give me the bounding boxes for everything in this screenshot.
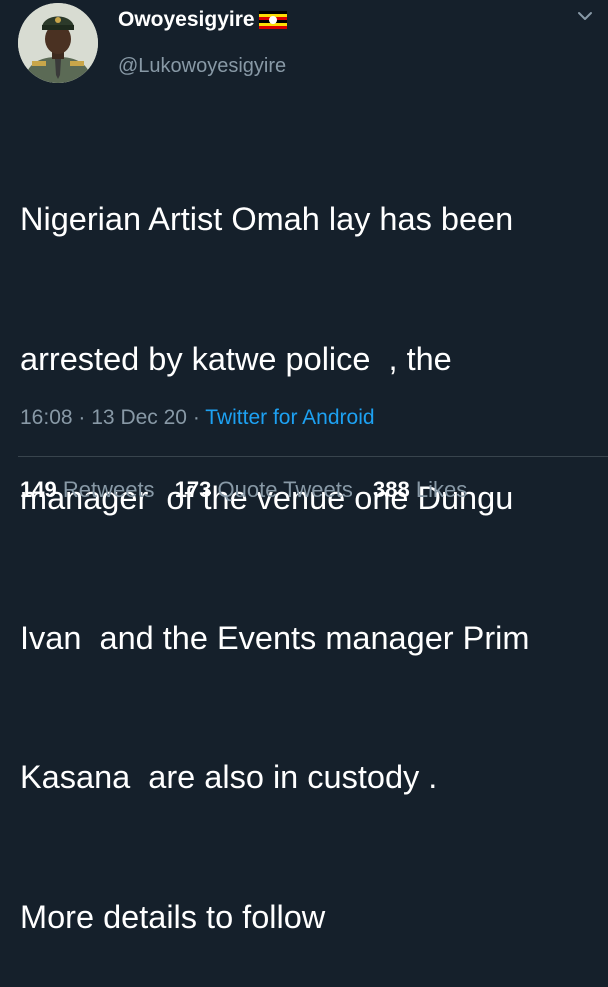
tweet-date[interactable]: 13 Dec 20 xyxy=(91,406,187,429)
uganda-flag-icon xyxy=(258,11,287,29)
tweet-text-line: More details to follow xyxy=(20,898,326,935)
meta-separator: · xyxy=(78,406,86,429)
author-display-name[interactable]: Owoyesigyire xyxy=(118,8,255,32)
divider xyxy=(18,456,608,457)
quote-tweets-count: 173 xyxy=(174,477,212,502)
retweets-stat[interactable]: 149 Retweets xyxy=(20,477,155,502)
likes-stat[interactable]: 388 Likes xyxy=(373,477,467,502)
author-handle[interactable]: @Lukowoyesigyire xyxy=(118,54,286,78)
author-name-row[interactable]: Owoyesigyire xyxy=(118,8,287,32)
retweets-count: 149 xyxy=(20,477,57,502)
chevron-down-icon[interactable] xyxy=(573,6,597,26)
tweet-text-line: Ivan and the Events manager Prim xyxy=(20,619,530,656)
tweet-stats: 149 Retweets 173 Quote Tweets 388 Likes xyxy=(20,476,481,504)
tweet-time[interactable]: 16:08 xyxy=(20,406,73,429)
likes-count: 388 xyxy=(373,477,410,502)
likes-label: Likes xyxy=(415,477,468,502)
profile-photo-icon xyxy=(18,3,98,83)
meta-separator: · xyxy=(192,406,200,429)
quote-tweets-stat[interactable]: 173 Quote Tweets xyxy=(175,477,353,502)
tweet-text-line: Nigerian Artist Omah lay has been xyxy=(20,201,514,237)
tweet-meta: 16:08 · 13 Dec 20 · Twitter for Android xyxy=(20,404,375,432)
tweet-text-line: Kasana are also in custody . xyxy=(20,759,438,795)
tweet-source-link[interactable]: Twitter for Android xyxy=(205,406,374,429)
tweet-text: Nigerian Artist Omah lay has been arrest… xyxy=(20,103,600,987)
quote-tweets-label: Quote Tweets xyxy=(217,477,353,502)
retweets-label: Retweets xyxy=(62,477,155,502)
tweet-text-line: arrested by katwe police , the xyxy=(20,340,452,377)
avatar[interactable] xyxy=(18,3,98,83)
